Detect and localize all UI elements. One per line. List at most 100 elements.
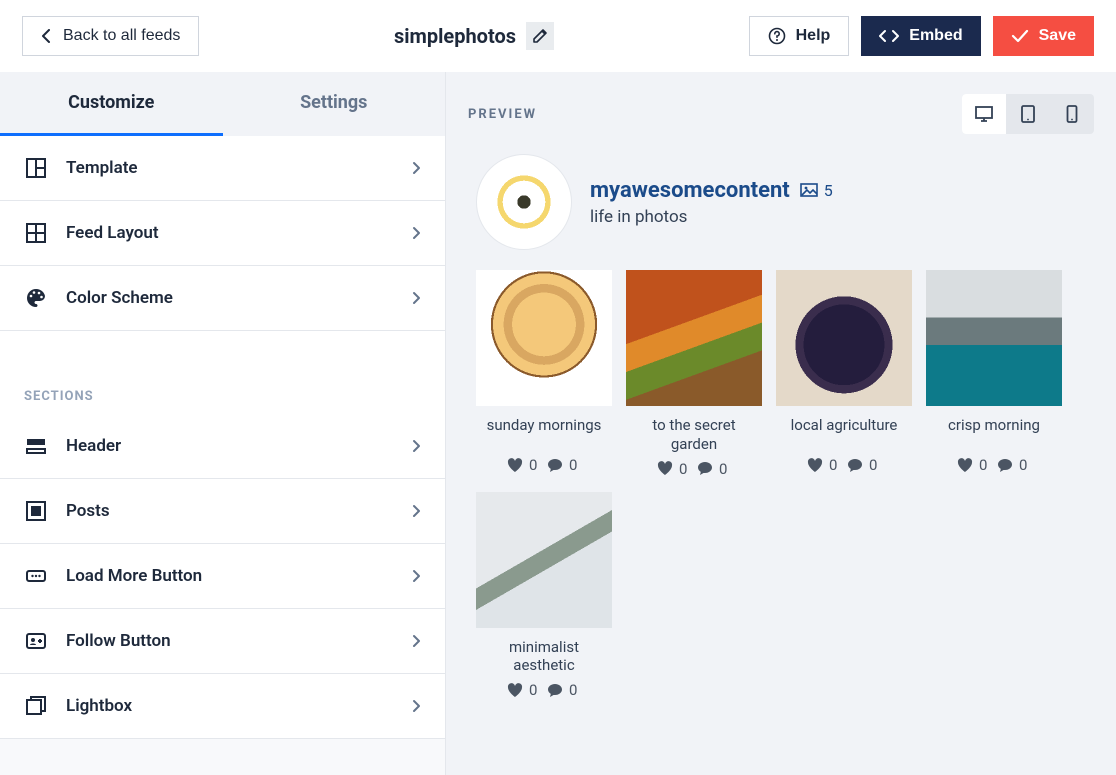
menu-label: Color Scheme — [66, 288, 394, 308]
menu-item-load-more[interactable]: Load More Button — [0, 544, 445, 609]
post-stats: 0 0 — [476, 681, 612, 699]
tab-settings[interactable]: Settings — [223, 72, 446, 136]
post-caption: to the secret garden — [626, 412, 762, 454]
post-card[interactable]: crisp morning 0 0 — [926, 270, 1062, 478]
device-tablet-button[interactable] — [1006, 94, 1050, 134]
menu-item-feed-layout[interactable]: Feed Layout — [0, 201, 445, 266]
topbar: Back to all feeds simplephotos Help Embe… — [0, 0, 1116, 72]
likes-count: 0 — [979, 456, 991, 474]
load-more-icon — [24, 564, 48, 588]
post-thumbnail — [626, 270, 762, 406]
image-count: 5 — [800, 181, 833, 200]
chevron-right-icon — [412, 699, 421, 713]
post-thumbnail — [476, 270, 612, 406]
mobile-icon — [1066, 104, 1078, 124]
comment-icon — [697, 461, 713, 476]
post-card[interactable]: minimalist aesthetic 0 0 — [476, 492, 612, 700]
embed-button[interactable]: Embed — [861, 16, 980, 56]
lightbox-icon — [24, 694, 48, 718]
back-button[interactable]: Back to all feeds — [22, 16, 199, 56]
preview-pane: PREVIEW myawesomecontent — [446, 72, 1116, 775]
menu-label: Template — [66, 158, 394, 178]
post-caption: sunday mornings — [485, 412, 604, 450]
device-mobile-button[interactable] — [1050, 94, 1094, 134]
menu-item-lightbox[interactable]: Lightbox — [0, 674, 445, 739]
likes-count: 0 — [679, 460, 691, 478]
post-grid: sunday mornings 0 0 to the secret garden… — [468, 270, 1094, 699]
post-thumbnail — [776, 270, 912, 406]
follow-icon — [24, 629, 48, 653]
menu-item-follow[interactable]: Follow Button — [0, 609, 445, 674]
comment-icon — [547, 683, 563, 698]
avatar — [476, 154, 572, 250]
post-stats: 0 0 — [926, 456, 1062, 474]
post-stats: 0 0 — [476, 456, 612, 474]
image-icon — [800, 183, 818, 197]
save-button[interactable]: Save — [993, 16, 1094, 56]
post-caption: minimalist aesthetic — [476, 634, 612, 676]
post-thumbnail — [476, 492, 612, 628]
menu-label: Follow Button — [66, 631, 394, 651]
menu-label: Posts — [66, 501, 394, 521]
heart-icon — [957, 458, 973, 473]
chevron-right-icon — [412, 226, 421, 240]
help-button[interactable]: Help — [749, 16, 850, 56]
post-caption: crisp morning — [946, 412, 1042, 450]
sections-heading: SECTIONS — [0, 365, 445, 414]
tagline: life in photos — [590, 207, 833, 227]
save-label: Save — [1039, 27, 1076, 45]
comments-count: 0 — [569, 456, 581, 474]
spacer — [0, 331, 445, 365]
menu-item-header[interactable]: Header — [0, 414, 445, 479]
tab-customize[interactable]: Customize — [0, 72, 223, 136]
device-desktop-button[interactable] — [962, 94, 1006, 134]
tabs: Customize Settings — [0, 72, 445, 136]
chevron-right-icon — [412, 634, 421, 648]
menu-label: Feed Layout — [66, 223, 394, 243]
help-label: Help — [796, 27, 831, 45]
preview-label: PREVIEW — [468, 107, 537, 122]
menu-item-template[interactable]: Template — [0, 136, 445, 201]
likes-count: 0 — [529, 456, 541, 474]
menu-item-posts[interactable]: Posts — [0, 479, 445, 544]
chevron-right-icon — [412, 569, 421, 583]
profile-line1: myawesomecontent 5 — [590, 178, 833, 203]
username[interactable]: myawesomecontent — [590, 178, 790, 203]
post-thumbnail — [926, 270, 1062, 406]
chevron-left-icon — [41, 29, 51, 43]
heart-icon — [507, 683, 523, 698]
post-stats: 0 0 — [776, 456, 912, 474]
likes-count: 0 — [529, 681, 541, 699]
top-actions: Help Embed Save — [749, 16, 1094, 56]
posts-icon — [24, 499, 48, 523]
image-count-value: 5 — [824, 181, 833, 200]
preview-head: PREVIEW — [468, 94, 1094, 134]
menu-label: Load More Button — [66, 566, 394, 586]
palette-icon — [24, 286, 48, 310]
profile-header: myawesomecontent 5 life in photos — [476, 154, 1094, 250]
back-label: Back to all feeds — [63, 27, 180, 45]
feed-title: simplephotos — [394, 24, 516, 48]
post-card[interactable]: local agriculture 0 0 — [776, 270, 912, 478]
post-stats: 0 0 — [626, 460, 762, 478]
post-card[interactable]: to the secret garden 0 0 — [626, 270, 762, 478]
menu-item-color-scheme[interactable]: Color Scheme — [0, 266, 445, 331]
profile-info: myawesomecontent 5 life in photos — [590, 178, 833, 227]
menu-label: Lightbox — [66, 696, 394, 716]
post-card[interactable]: sunday mornings 0 0 — [476, 270, 612, 478]
help-icon — [768, 27, 786, 45]
edit-title-button[interactable] — [526, 22, 554, 50]
template-icon — [24, 156, 48, 180]
comment-icon — [547, 458, 563, 473]
code-icon — [879, 28, 899, 44]
comments-count: 0 — [869, 456, 881, 474]
device-switch — [962, 94, 1094, 134]
heart-icon — [507, 458, 523, 473]
chevron-right-icon — [412, 291, 421, 305]
comment-icon — [847, 458, 863, 473]
embed-label: Embed — [909, 27, 962, 45]
likes-count: 0 — [829, 456, 841, 474]
chevron-right-icon — [412, 504, 421, 518]
customize-menu: Template Feed Layout Color Scheme SECTIO… — [0, 136, 445, 739]
tablet-icon — [1020, 104, 1036, 124]
